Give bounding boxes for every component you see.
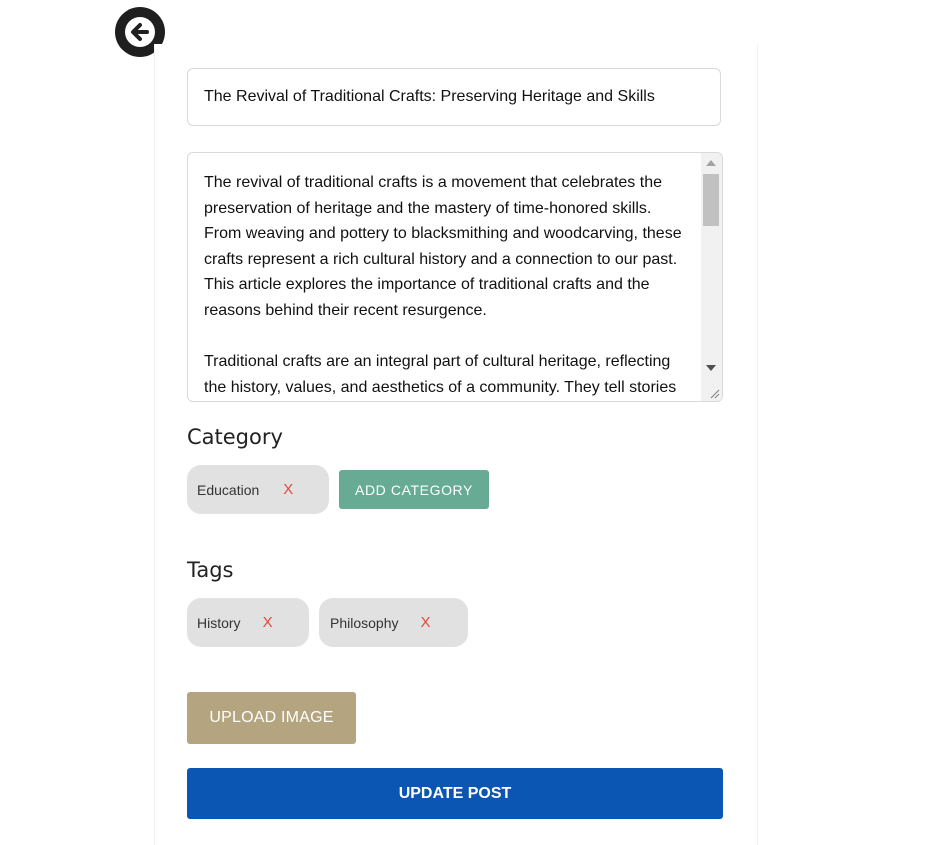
tag-chip-history: History X	[187, 598, 309, 647]
tag-chip-label: History	[197, 614, 241, 631]
body-paragraph: Traditional crafts are an integral part …	[204, 353, 677, 396]
category-heading: Category	[187, 425, 283, 449]
scroll-thumb[interactable]	[703, 174, 719, 226]
title-input[interactable]	[187, 68, 721, 126]
arrow-left-icon	[125, 17, 155, 47]
edit-post-page: The revival of traditional crafts is a m…	[0, 0, 931, 845]
category-chip-label: Education	[197, 481, 260, 498]
upload-image-button[interactable]: UPLOAD IMAGE	[187, 692, 356, 744]
body-textarea[interactable]: The revival of traditional crafts is a m…	[187, 152, 723, 402]
scroll-up-icon[interactable]	[706, 160, 716, 166]
scroll-down-icon[interactable]	[706, 365, 716, 371]
remove-tag-button[interactable]: X	[421, 614, 431, 631]
body-paragraph: The revival of traditional crafts is a m…	[204, 174, 682, 319]
category-chip-education: Education X	[187, 465, 329, 514]
tags-heading: Tags	[187, 558, 234, 582]
tag-chip-label: Philosophy	[330, 614, 399, 631]
remove-tag-button[interactable]: X	[263, 614, 273, 631]
body-scrollbar[interactable]	[701, 153, 722, 401]
tag-chip-philosophy: Philosophy X	[319, 598, 468, 647]
remove-category-button[interactable]: X	[283, 481, 293, 498]
add-category-button[interactable]: ADD CATEGORY	[339, 470, 489, 509]
update-post-button[interactable]: UPDATE POST	[187, 768, 723, 819]
resize-grip-icon[interactable]	[708, 387, 720, 399]
body-text: The revival of traditional crafts is a m…	[204, 170, 690, 401]
